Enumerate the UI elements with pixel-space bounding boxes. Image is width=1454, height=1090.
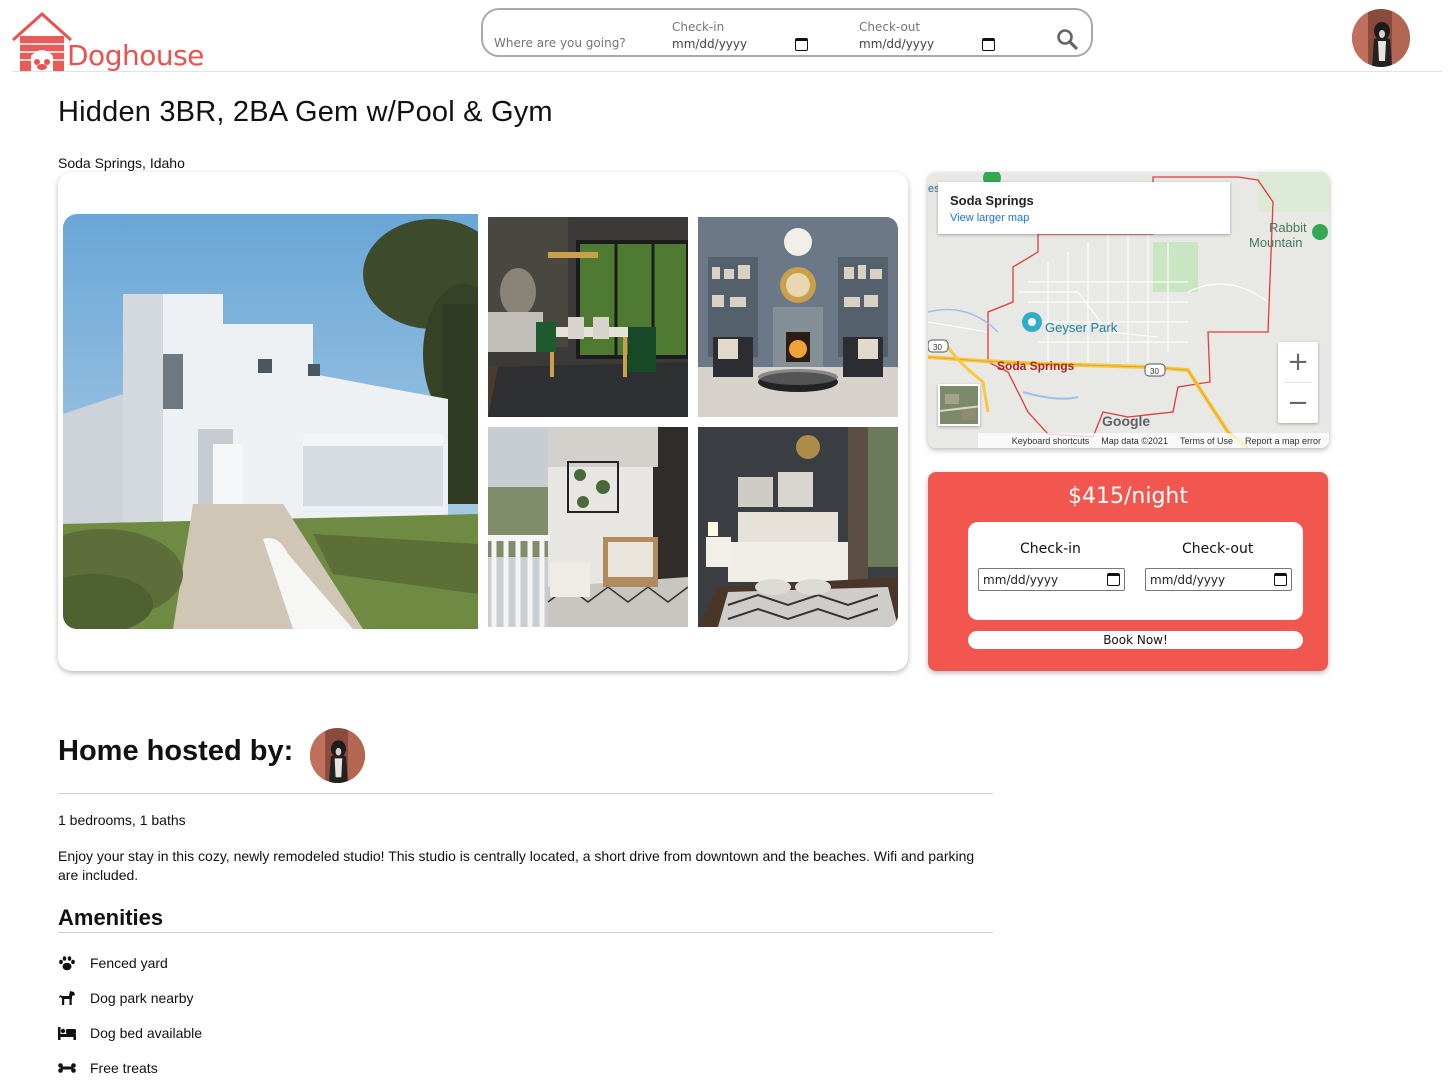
host-heading: Home hosted by: bbox=[58, 735, 294, 767]
map-label-geyser-park[interactable]: Geyser Park bbox=[1045, 320, 1118, 335]
booking-checkin-label: Check-in bbox=[1020, 541, 1081, 557]
map-zoom-controls: + − bbox=[1278, 342, 1318, 423]
calendar-icon[interactable] bbox=[982, 37, 995, 51]
logo-text: Doghouse bbox=[67, 39, 204, 72]
booking-checkout-input[interactable]: mm/dd/yyyy bbox=[1145, 568, 1292, 591]
listing-description: Enjoy your stay in this cozy, newly remo… bbox=[58, 848, 975, 883]
main-photo-exterior[interactable] bbox=[63, 214, 478, 629]
photo-gallery bbox=[58, 172, 908, 671]
search-checkin-label: Check-in bbox=[672, 20, 725, 34]
calendar-icon[interactable] bbox=[1107, 573, 1120, 586]
keyboard-shortcuts-link[interactable]: Keyboard shortcuts bbox=[1012, 436, 1090, 446]
location-map[interactable]: 30 30 es Rabbit Mountain Geyser Park Sod… bbox=[928, 172, 1329, 448]
amenity-item: Dog park nearby bbox=[58, 988, 194, 1008]
map-label-town: Soda Springs bbox=[997, 359, 1075, 373]
map-label-rabbit: Rabbit bbox=[1269, 220, 1307, 235]
map-place-name: Soda Springs bbox=[950, 193, 1034, 208]
view-larger-map-link[interactable]: View larger map bbox=[950, 212, 1029, 224]
google-logo: Google bbox=[1102, 413, 1151, 429]
amenity-item: Dog bed available bbox=[58, 1023, 202, 1043]
map-route-label: 30 bbox=[1150, 367, 1159, 376]
report-map-error-link[interactable]: Report a map error bbox=[1245, 436, 1321, 446]
calendar-icon[interactable] bbox=[795, 37, 808, 51]
search-checkin-group: Check-in mm/dd/yyyy bbox=[672, 20, 808, 51]
header-divider bbox=[12, 71, 1442, 72]
satellite-toggle[interactable] bbox=[938, 384, 980, 426]
amenity-label: Free treats bbox=[90, 1060, 158, 1076]
search-icon[interactable] bbox=[1056, 28, 1078, 50]
map-info-card: Soda Springs View larger map bbox=[938, 182, 1230, 234]
photo-living-room[interactable] bbox=[698, 217, 898, 417]
bed-icon bbox=[58, 1027, 76, 1040]
amenity-label: Fenced yard bbox=[90, 955, 168, 971]
booking-checkin-value: mm/dd/yyyy bbox=[983, 572, 1059, 587]
doghouse-logo[interactable]: Doghouse bbox=[11, 10, 211, 74]
photo-bedroom[interactable] bbox=[698, 427, 898, 627]
amenity-label: Dog bed available bbox=[90, 1025, 203, 1041]
terms-of-use-link[interactable]: Terms of Use bbox=[1180, 436, 1233, 446]
booking-checkout-label: Check-out bbox=[1182, 541, 1254, 557]
calendar-icon[interactable] bbox=[1274, 573, 1287, 586]
amenities-divider bbox=[58, 932, 993, 933]
search-checkin-input[interactable]: mm/dd/yyyy bbox=[672, 37, 808, 51]
map-label-mountain: Mountain bbox=[1249, 235, 1302, 250]
photo-balcony[interactable] bbox=[488, 427, 688, 627]
map-data-credit: Map data ©2021 bbox=[1101, 435, 1168, 446]
photo-dining-room[interactable] bbox=[488, 217, 688, 417]
room-summary: 1 bedrooms, 1 baths bbox=[58, 812, 186, 828]
dog-icon bbox=[59, 991, 75, 1005]
top-navbar: Doghouse Check-in mm/dd/yyyy Check-out m… bbox=[0, 0, 1454, 72]
search-checkout-value: mm/dd/yyyy bbox=[859, 37, 935, 51]
booking-checkin-input[interactable]: mm/dd/yyyy bbox=[978, 568, 1125, 591]
bone-icon bbox=[58, 1063, 76, 1073]
listing-location: Soda Springs, Idaho bbox=[58, 155, 185, 171]
zoom-in-button[interactable]: + bbox=[1278, 342, 1318, 382]
search-checkout-input[interactable]: mm/dd/yyyy bbox=[859, 37, 995, 51]
booking-checkout-value: mm/dd/yyyy bbox=[1150, 572, 1226, 587]
amenity-item: Free treats bbox=[58, 1058, 158, 1078]
host-avatar[interactable] bbox=[310, 728, 365, 783]
destination-input[interactable] bbox=[494, 36, 654, 50]
listing-title: Hidden 3BR, 2BA Gem w/Pool & Gym bbox=[58, 96, 553, 128]
amenities-heading: Amenities bbox=[58, 905, 164, 930]
map-footer: Keyboard shortcuts Map data ©2021 Terms … bbox=[978, 433, 1329, 448]
search-checkout-label: Check-out bbox=[859, 20, 921, 34]
paw-icon bbox=[59, 956, 75, 971]
amenity-label: Dog park nearby bbox=[90, 990, 194, 1006]
book-now-button[interactable]: Book Now! bbox=[968, 631, 1303, 649]
host-divider bbox=[58, 793, 993, 794]
nightly-price: $415/night bbox=[1068, 484, 1188, 509]
search-checkin-value: mm/dd/yyyy bbox=[672, 37, 748, 51]
booking-panel: $415/night Check-in Check-out mm/dd/yyyy… bbox=[928, 472, 1328, 671]
search-bar: Check-in mm/dd/yyyy Check-out mm/dd/yyyy bbox=[481, 8, 1093, 57]
booking-dates-card: Check-in Check-out mm/dd/yyyy mm/dd/yyyy bbox=[968, 522, 1303, 620]
doghouse-icon bbox=[11, 11, 73, 72]
zoom-out-button[interactable]: − bbox=[1278, 383, 1318, 423]
map-route-label: 30 bbox=[933, 343, 942, 352]
amenity-item: Fenced yard bbox=[58, 953, 168, 973]
user-avatar[interactable] bbox=[1352, 9, 1410, 67]
search-checkout-group: Check-out mm/dd/yyyy bbox=[859, 20, 995, 51]
